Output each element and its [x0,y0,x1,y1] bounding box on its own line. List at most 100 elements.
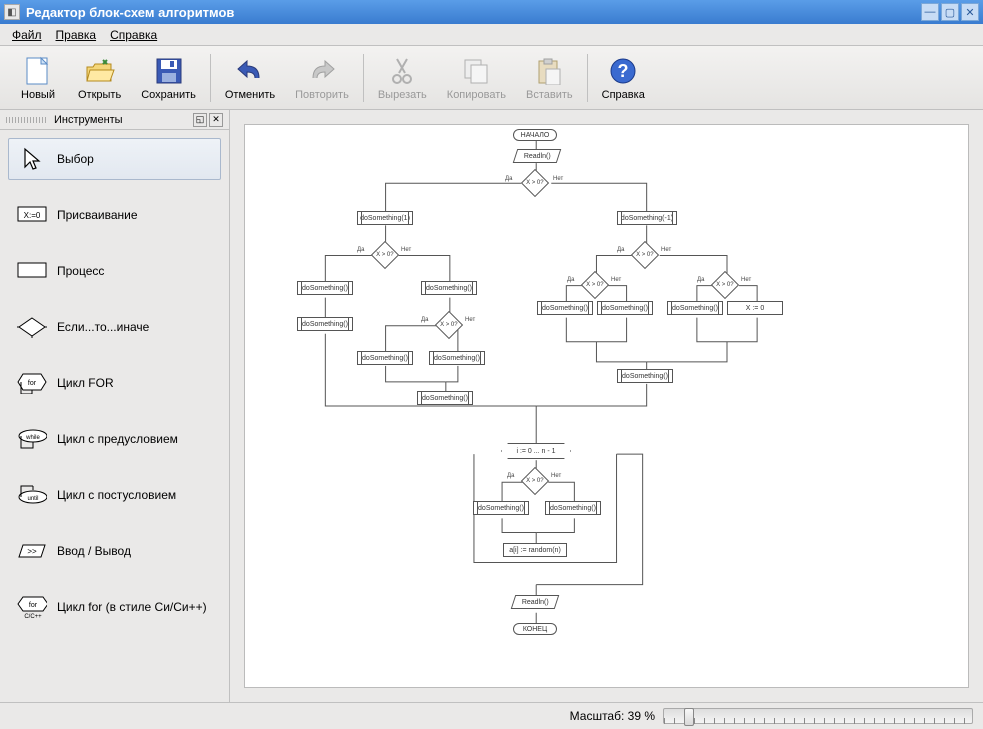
titlebar: ◧ Редактор блок-схем алгоритмов — ▢ ✕ [0,0,983,24]
save-button[interactable]: Сохранить [131,51,206,105]
node-ds-l-merge[interactable]: doSomething() [417,391,473,405]
svg-text:?: ? [618,61,629,81]
cut-button[interactable]: Вырезать [368,51,437,105]
canvas[interactable]: НАЧАЛО Readln() X > 0? Да Нет doSomethin… [244,124,969,688]
statusbar: Масштаб: 39 % [0,702,983,729]
tool-label: Цикл с постусловием [57,488,176,502]
node-readln-2[interactable]: Readln() [511,595,560,609]
svg-text:until: until [27,496,38,502]
app-icon: ◧ [4,4,20,20]
help-label: Справка [602,89,645,101]
node-ds-lr-r[interactable]: doSomething() [429,351,485,365]
undo-button[interactable]: Отменить [215,51,285,105]
redo-button[interactable]: Повторить [285,51,359,105]
tool-while[interactable]: while Цикл с предусловием [8,418,221,460]
node-decision-l[interactable]: X > 0? [371,241,399,269]
open-icon [84,55,116,87]
tool-label: Процесс [57,264,104,278]
tool-label: Цикл for (в стиле Си/Си++) [57,600,207,614]
node-ds-lr1[interactable]: doSomething() [421,281,477,295]
menubar: Файл Правка Справка [0,24,983,46]
maximize-button[interactable]: ▢ [941,3,959,21]
menu-file[interactable]: Файл [6,26,48,44]
tool-select[interactable]: Выбор [8,138,221,180]
tool-cfor[interactable]: forC/C++ Цикл for (в стиле Си/Си++) [8,586,221,628]
node-ds-rr-l[interactable]: doSomething() [667,301,723,315]
node-readln-1[interactable]: Readln() [513,149,562,163]
edge-no: Нет [401,247,411,253]
tool-label: Цикл FOR [57,376,114,390]
zoom-thumb[interactable] [684,708,694,726]
copy-icon [460,55,492,87]
tool-decision[interactable]: Если...то...иначе [8,306,221,348]
redo-icon [306,55,338,87]
node-decision-rl[interactable]: X > 0? [581,271,609,299]
node-for-header[interactable]: i := 0 ... n - 1 [501,443,571,459]
edge-yes: Да [697,277,704,283]
toolbar-separator [587,54,588,102]
paste-label: Вставить [526,89,573,101]
panel-grip[interactable] [6,117,46,123]
open-button[interactable]: Открыть [68,51,131,105]
edge-yes: Да [507,473,514,479]
help-button[interactable]: ? Справка [592,51,655,105]
tool-for[interactable]: for Цикл FOR [8,362,221,404]
node-end[interactable]: КОНЕЦ [513,623,557,635]
new-button[interactable]: Новый [8,51,68,105]
save-label: Сохранить [141,89,196,101]
assign-icon: X:=0 [17,203,47,227]
canvas-wrap: НАЧАЛО Readln() X > 0? Да Нет doSomethin… [230,110,983,702]
zoom-slider[interactable] [663,708,973,724]
minimize-button[interactable]: — [921,3,939,21]
paste-icon [533,55,565,87]
redo-label: Повторить [295,89,349,101]
cursor-icon [17,147,47,171]
svg-text:C/C++: C/C++ [24,614,42,619]
io-icon: >> [17,539,47,563]
tool-label: Если...то...иначе [57,320,149,334]
edge-yes: Да [421,317,428,323]
paste-button[interactable]: Вставить [516,51,583,105]
edge-no: Нет [465,317,475,323]
node-ds-for-r[interactable]: doSomething() [545,501,601,515]
node-decision-r[interactable]: X > 0? [631,241,659,269]
node-x0[interactable]: X := 0 [727,301,783,315]
node-decision-for[interactable]: X > 0? [521,467,549,495]
node-decision-top[interactable]: X > 0? [521,169,549,197]
node-ds-rl-l[interactable]: doSomething() [537,301,593,315]
copy-button[interactable]: Копировать [437,51,516,105]
node-arr[interactable]: a[i] := random(n) [503,543,567,557]
node-decision-rr[interactable]: X > 0? [711,271,739,299]
while-icon: while [17,427,47,451]
node-ds-ll2[interactable]: doSomething() [297,317,353,331]
tool-until[interactable]: until Цикл с постусловием [8,474,221,516]
tool-process[interactable]: Процесс [8,250,221,292]
svg-text:while: while [25,435,40,441]
node-ds-ll1[interactable]: doSomething() [297,281,353,295]
tool-assign[interactable]: X:=0 Присваивание [8,194,221,236]
edge-yes: Да [567,277,574,283]
copy-label: Копировать [447,89,506,101]
panel-close-icon[interactable]: ✕ [209,113,223,127]
tool-io[interactable]: >> Ввод / Вывод [8,530,221,572]
node-decision-lr[interactable]: X > 0? [435,311,463,339]
tools-panel: Инструменты ◱ ✕ Выбор X:=0 Присваивание … [0,110,230,702]
node-ds1[interactable]: doSomething(1) [357,211,413,225]
toolbar-separator [363,54,364,102]
menu-help[interactable]: Справка [104,26,163,44]
close-button[interactable]: ✕ [961,3,979,21]
menu-edit[interactable]: Правка [50,26,103,44]
tool-label: Присваивание [57,208,138,222]
tool-label: Ввод / Вывод [57,544,131,558]
node-start[interactable]: НАЧАЛО [513,129,557,141]
panel-float-icon[interactable]: ◱ [193,113,207,127]
tools-panel-header: Инструменты ◱ ✕ [0,110,229,130]
edge-no: Нет [551,473,561,479]
node-ds-r-merge[interactable]: doSomething() [617,369,673,383]
node-ds-lr-l[interactable]: doSomething() [357,351,413,365]
node-ds-rl-r[interactable]: doSomething() [597,301,653,315]
node-dsm1[interactable]: doSomething(-1) [617,211,677,225]
node-ds-for-l[interactable]: doSomething() [473,501,529,515]
edge-yes: Да [617,247,624,253]
toolbar-separator [210,54,211,102]
